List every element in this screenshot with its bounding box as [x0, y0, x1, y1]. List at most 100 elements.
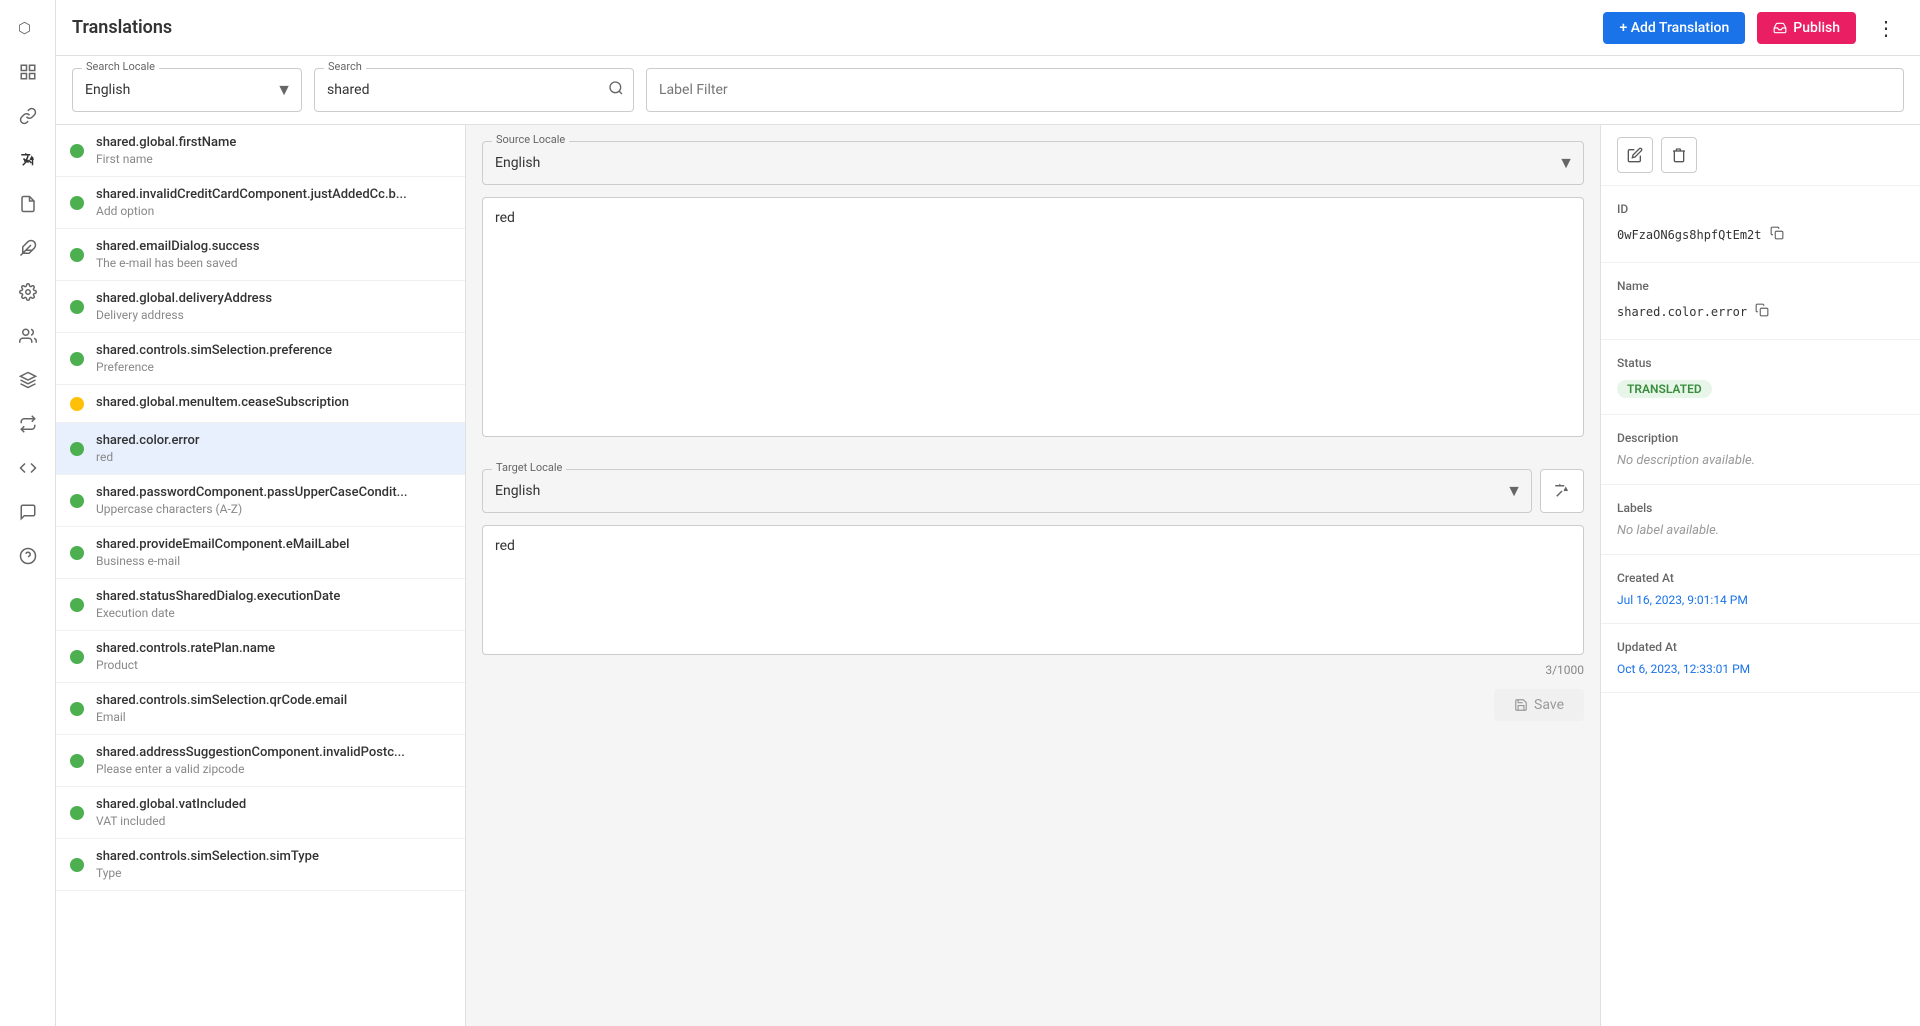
status-dot [70, 598, 84, 612]
sidebar-icon-document[interactable] [8, 184, 48, 224]
list-item-value: Execution date [96, 606, 449, 620]
delete-button[interactable] [1661, 137, 1697, 173]
status-label: Status [1617, 356, 1904, 370]
list-item[interactable]: shared.global.deliveryAddressDelivery ad… [56, 281, 465, 333]
status-dot [70, 754, 84, 768]
sidebar-icon-users[interactable] [8, 316, 48, 356]
label-filter-input[interactable] [646, 68, 1904, 112]
page-title: Translations [72, 17, 172, 38]
status-dot [70, 397, 84, 411]
list-item-key: shared.passwordComponent.passUpperCaseCo… [96, 485, 449, 500]
sidebar-icon-chat[interactable] [8, 492, 48, 532]
right-panel: ID 0wFzaON6gs8hpfQtEm2t Name shared.colo… [1600, 125, 1920, 1026]
header: Translations + Add Translation Publish ⋮ [56, 0, 1920, 56]
editor-panel: Source Locale English ▼ red Target Local… [466, 125, 1600, 1026]
search-icon [608, 80, 624, 100]
publish-button[interactable]: Publish [1757, 12, 1856, 44]
edit-button[interactable] [1617, 137, 1653, 173]
source-locale-label: Source Locale [492, 133, 569, 146]
target-text-input[interactable]: red [482, 525, 1584, 655]
auto-translate-button[interactable] [1540, 469, 1584, 513]
labels-section: Labels No label available. [1601, 485, 1920, 555]
sidebar-icon-link[interactable] [8, 96, 48, 136]
more-options-button[interactable]: ⋮ [1868, 12, 1904, 44]
status-dot [70, 248, 84, 262]
list-item[interactable]: shared.statusSharedDialog.executionDate E… [56, 579, 465, 631]
created-at-value: Jul 16, 2023, 9:01:14 PM [1617, 593, 1904, 607]
status-dot [70, 858, 84, 872]
list-item-value: Email [96, 710, 449, 724]
list-item-key: shared.invalidCreditCardComponent.justAd… [96, 187, 449, 202]
list-item[interactable]: shared.global.menuItem.ceaseSubscription [56, 385, 465, 423]
target-locale-select[interactable]: English [482, 469, 1532, 513]
target-locale-row: Target Locale English ▼ [482, 469, 1584, 513]
status-dot [70, 144, 84, 158]
description-label: Description [1617, 431, 1904, 445]
list-item-value: Preference [96, 360, 449, 374]
list-item[interactable]: shared.controls.simSelection.preferenceP… [56, 333, 465, 385]
save-button[interactable]: Save [1494, 689, 1584, 721]
source-locale-select[interactable]: English [482, 141, 1584, 185]
list-item-value: Product [96, 658, 449, 672]
list-item[interactable]: shared.emailDialog.successThe e-mail has… [56, 229, 465, 281]
list-item[interactable]: shared.invalidCreditCardComponent.justAd… [56, 177, 465, 229]
header-actions: + Add Translation Publish ⋮ [1603, 12, 1904, 44]
content-area: shared.global.firstNameFirst nameshared.… [56, 125, 1920, 1026]
description-section: Description No description available. [1601, 415, 1920, 485]
sidebar-icon-arrows[interactable] [8, 404, 48, 444]
list-item[interactable]: shared.color.errorred [56, 423, 465, 475]
add-translation-button[interactable]: + Add Translation [1603, 12, 1745, 44]
status-badge: TRANSLATED [1617, 380, 1712, 398]
id-section: ID 0wFzaON6gs8hpfQtEm2t [1601, 186, 1920, 263]
source-section: Source Locale English ▼ red [466, 125, 1600, 453]
save-label: Save [1534, 697, 1564, 713]
sidebar-icon-help[interactable] [8, 536, 48, 576]
source-locale-field: Source Locale English ▼ [482, 141, 1584, 185]
copy-id-button[interactable] [1768, 224, 1786, 246]
id-value: 0wFzaON6gs8hpfQtEm2t [1617, 228, 1762, 242]
list-item[interactable]: shared.controls.simSelection.qrCode.emai… [56, 683, 465, 735]
translate-icon [1553, 482, 1571, 500]
list-item[interactable]: shared.global.vatIncludedVAT included [56, 787, 465, 839]
sidebar-icon-code[interactable] [8, 448, 48, 488]
sidebar: ⬡ [0, 0, 56, 1026]
list-item-key: shared.statusSharedDialog.executionDate [96, 589, 449, 604]
description-value: No description available. [1617, 453, 1904, 468]
updated-at-label: Updated At [1617, 640, 1904, 654]
list-item[interactable]: shared.passwordComponent.passUpperCaseCo… [56, 475, 465, 527]
sidebar-icon-layers[interactable] [8, 360, 48, 400]
right-panel-toolbar [1601, 125, 1920, 186]
list-item[interactable]: shared.provideEmailComponent.eMailLabel B… [56, 527, 465, 579]
list-item-key: shared.global.firstName [96, 135, 449, 150]
list-item-value: Business e-mail [96, 554, 449, 568]
search-label: Search [324, 60, 366, 73]
list-item-key: shared.global.vatIncluded [96, 797, 449, 812]
id-copy-row: 0wFzaON6gs8hpfQtEm2t [1617, 224, 1904, 246]
target-locale-label: Target Locale [492, 461, 566, 474]
search-locale-select[interactable]: English [72, 68, 302, 112]
search-input[interactable] [314, 68, 634, 112]
delete-icon [1671, 147, 1687, 163]
list-item-key: shared.provideEmailComponent.eMailLabel [96, 537, 449, 552]
sidebar-icon-logo[interactable]: ⬡ [8, 8, 48, 48]
updated-at-value: Oct 6, 2023, 12:33:01 PM [1617, 662, 1904, 676]
list-item-value: First name [96, 152, 449, 166]
filter-bar: Search Locale English ▼ Search [56, 56, 1920, 125]
list-item[interactable]: shared.global.firstName First name [56, 125, 465, 177]
main-content: Translations + Add Translation Publish ⋮… [56, 0, 1920, 1026]
copy-name-button[interactable] [1753, 301, 1771, 323]
list-item[interactable]: shared.controls.ratePlan.nameProduct [56, 631, 465, 683]
list-item[interactable]: shared.controls.simSelection.simTypeType [56, 839, 465, 891]
char-count: 3/1000 [482, 663, 1584, 677]
sidebar-icon-settings[interactable] [8, 272, 48, 312]
created-at-section: Created At Jul 16, 2023, 9:01:14 PM [1601, 555, 1920, 624]
list-item-value: Please enter a valid zipcode [96, 762, 449, 776]
status-dot [70, 546, 84, 560]
sidebar-icon-translate[interactable] [8, 140, 48, 180]
list-item-key: shared.controls.simSelection.simType [96, 849, 449, 864]
sidebar-icon-dashboard[interactable] [8, 52, 48, 92]
copy-icon [1770, 226, 1784, 240]
list-item-value: red [96, 450, 449, 464]
list-item[interactable]: shared.addressSuggestionComponent.invali… [56, 735, 465, 787]
sidebar-icon-puzzle[interactable] [8, 228, 48, 268]
